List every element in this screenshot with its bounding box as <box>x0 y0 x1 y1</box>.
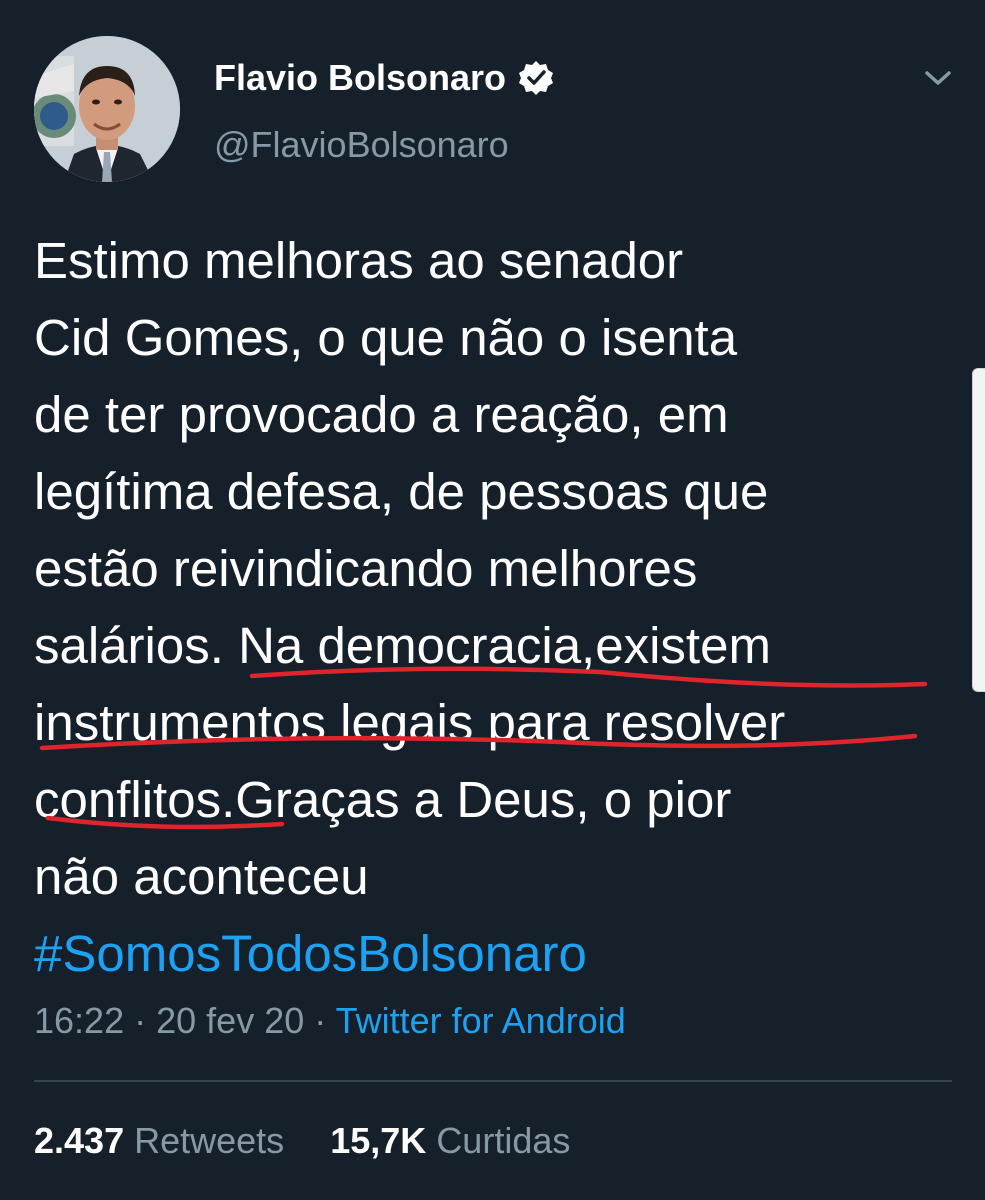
display-name[interactable]: Flavio Bolsonaro <box>214 57 506 99</box>
avatar-photo <box>34 36 180 182</box>
tweet-text-line: Cid Gomes, o que não o isenta <box>34 309 738 366</box>
retweets-stat[interactable]: 2.437 Retweets <box>34 1120 294 1161</box>
retweets-count: 2.437 <box>34 1120 125 1161</box>
likes-stat[interactable]: 15,7K Curtidas <box>330 1120 570 1161</box>
retweets-label: Retweets <box>134 1120 285 1161</box>
divider <box>34 1080 952 1082</box>
meta-separator: · <box>134 1000 147 1041</box>
tweet-text-line: legítima defesa, de pessoas que <box>34 463 769 520</box>
tweet-options-button[interactable] <box>915 58 961 98</box>
author-name-row[interactable]: Flavio Bolsonaro <box>214 56 554 100</box>
tweet-text-line: não aconteceu <box>34 848 369 905</box>
tweet-detail-view: Flavio Bolsonaro @FlavioBolsonaro Estimo… <box>0 0 985 1200</box>
avatar[interactable] <box>34 36 180 182</box>
chevron-down-icon <box>925 71 951 85</box>
tweet-body: Estimo melhoras ao senador Cid Gomes, o … <box>34 222 934 992</box>
tweet-text-line: conflitos.Graças a Deus, o pior <box>34 771 732 828</box>
meta-separator: · <box>314 1000 327 1041</box>
tweet-text-line: Estimo melhoras ao senador <box>34 232 684 289</box>
tweet-text-line: estão reivindicando melhores <box>34 540 698 597</box>
likes-label: Curtidas <box>436 1120 571 1161</box>
scrollbar[interactable] <box>972 368 985 692</box>
tweet-text-line: de ter provocado a reação, em <box>34 386 729 443</box>
verified-badge-icon <box>518 60 554 96</box>
tweet-text-line: salários. Na democracia,existem <box>34 617 771 674</box>
tweet-source-link[interactable]: Twitter for Android <box>336 1000 626 1041</box>
tweet-date[interactable]: 20 fev 20 <box>156 1000 304 1041</box>
tweet-text-line: instrumentos legais para resolver <box>34 694 786 751</box>
author-handle[interactable]: @FlavioBolsonaro <box>214 124 509 166</box>
likes-count: 15,7K <box>330 1120 427 1161</box>
engagement-stats: 2.437 Retweets 15,7K Curtidas <box>34 1120 570 1162</box>
tweet-time[interactable]: 16:22 <box>34 1000 124 1041</box>
hashtag-link[interactable]: #SomosTodosBolsonaro <box>34 915 934 992</box>
tweet-metadata: 16:22 · 20 fev 20 · Twitter for Android <box>34 1000 626 1042</box>
